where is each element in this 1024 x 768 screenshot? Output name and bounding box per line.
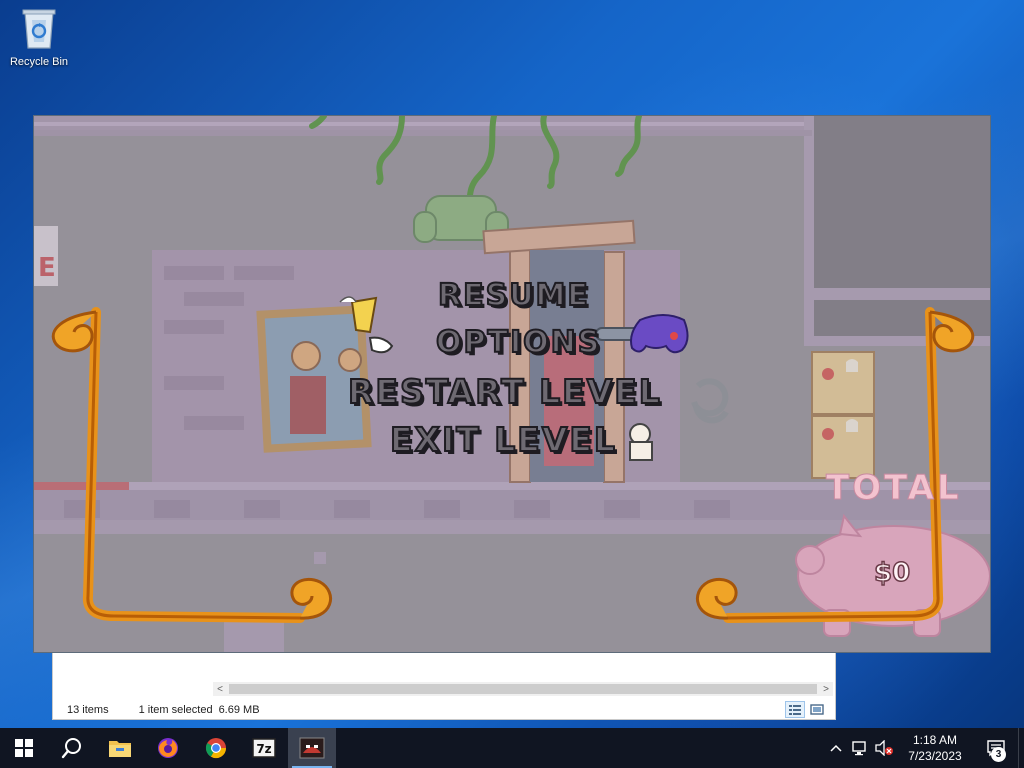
money-counter: $0 [873, 557, 911, 589]
scroll-right-button[interactable]: > [819, 682, 833, 696]
status-bar: 13 items 1 item selected 6.69 MB [53, 700, 835, 720]
restart-level-button[interactable]: RESTART LEVEL [347, 371, 662, 412]
status-selection: 1 item selected [138, 704, 213, 716]
search-button[interactable] [48, 728, 96, 768]
pizza-tower-icon [299, 737, 325, 759]
clock-time: 1:18 AM [912, 733, 958, 747]
action-center-button[interactable]: 3 [974, 728, 1018, 768]
network-icon [852, 741, 866, 756]
windows-logo-icon [15, 739, 33, 757]
exit-level-button[interactable]: EXIT LEVEL [389, 419, 617, 460]
clock-date: 7/23/2023 [908, 749, 962, 763]
taskbar-firefox[interactable] [144, 728, 192, 768]
status-item-count: 13 items [67, 704, 109, 716]
show-desktop-button[interactable] [1018, 728, 1024, 768]
pause-menu: RESUME OPTIONS RESTART LEVEL EXIT LEVEL [34, 116, 990, 652]
notification-badge: 3 [991, 747, 1006, 762]
taskbar-7zip[interactable]: 7z [240, 728, 288, 768]
volume-muted-icon [875, 740, 893, 756]
recycle-bin-label: Recycle Bin [9, 56, 69, 68]
taskbar-clock[interactable]: 1:18 AM 7/23/2023 [896, 732, 974, 764]
7zip-icon: 7z [252, 738, 276, 758]
chrome-icon [205, 738, 227, 759]
pizza-tower-game-window[interactable]: E RESUME OPTIONS RESTART LEVEL EXIT LEVE… [33, 115, 991, 653]
volume-button[interactable] [872, 728, 896, 768]
details-view-button[interactable] [785, 701, 805, 718]
chevron-up-icon [830, 744, 842, 752]
taskbar-chrome[interactable] [192, 728, 240, 768]
total-label: TOTAL [826, 468, 962, 509]
status-size: 6.69 MB [218, 704, 260, 716]
system-tray: 1:18 AM 7/23/2023 3 [824, 728, 1024, 768]
svg-text:7z: 7z [256, 742, 271, 756]
large-icons-view-button[interactable] [807, 701, 827, 718]
start-button[interactable] [0, 728, 48, 768]
options-button[interactable]: OPTIONS [435, 324, 601, 361]
view-toggle [785, 701, 827, 718]
network-button[interactable] [848, 728, 872, 768]
taskbar-file-explorer[interactable] [96, 728, 144, 768]
recycle-bin-icon [21, 6, 57, 50]
folder-icon [109, 741, 131, 757]
taskbar: 7z 1:18 AM 7/23/2023 3 [0, 728, 1024, 768]
taskbar-pizza-tower[interactable] [288, 728, 336, 768]
horizontal-scrollbar[interactable]: < > [213, 682, 833, 696]
show-hidden-icons-button[interactable] [824, 728, 848, 768]
resume-button[interactable]: RESUME [437, 277, 590, 314]
desktop-icon-recycle-bin[interactable]: Recycle Bin [4, 6, 74, 76]
firefox-icon [158, 738, 178, 758]
scrollbar-thumb[interactable] [229, 684, 817, 694]
search-icon [61, 738, 81, 759]
scroll-left-button[interactable]: < [213, 682, 227, 696]
